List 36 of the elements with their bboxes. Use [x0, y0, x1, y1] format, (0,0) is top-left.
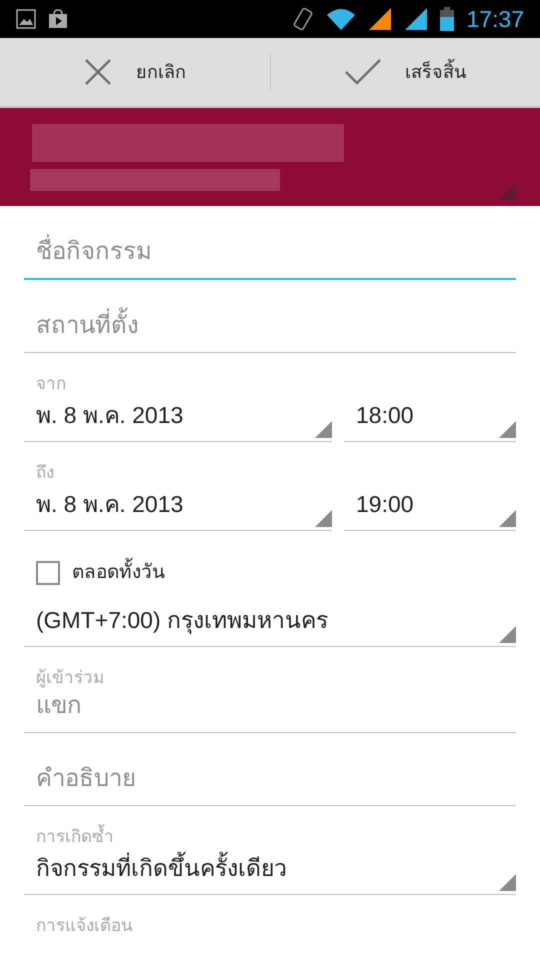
timezone-dropdown[interactable]: (GMT+7:00) กรุงเทพมหานคร — [24, 599, 516, 646]
cancel-button[interactable]: ยกเลิก — [0, 38, 270, 106]
description-field[interactable]: คำอธิบาย — [24, 752, 516, 806]
repeat-dropdown[interactable]: กิจกรรมที่เกิดขึ้นครั้งเดียว — [24, 847, 516, 894]
field-label: จาก — [35, 373, 67, 394]
signal-icon — [404, 7, 428, 31]
field-label: ถึง — [35, 462, 55, 483]
dropdown-corner-icon — [315, 510, 332, 526]
all-day-label: ตลอดทั้งวัน — [72, 558, 165, 587]
date-dropdown[interactable]: พ. 8 พ.ค. 2013 — [24, 394, 332, 442]
wifi-icon — [326, 7, 356, 31]
dropdown-corner-icon — [499, 510, 516, 526]
all-day-checkbox[interactable] — [36, 560, 60, 585]
location-field[interactable]: สถานที่ตั้ง — [24, 300, 516, 353]
image-icon — [16, 9, 36, 29]
guests-field[interactable]: แขก — [24, 688, 516, 733]
done-button[interactable]: เสร็จสิ้น — [270, 38, 540, 106]
time-dropdown[interactable]: 19:00 — [344, 483, 516, 530]
dropdown-corner-icon — [499, 874, 516, 890]
signal-icon — [368, 7, 392, 31]
time-dropdown[interactable]: 18:00 — [344, 394, 516, 442]
vibrate-icon — [292, 6, 314, 32]
dropdown-corner-icon — [499, 183, 516, 200]
dropdown-corner-icon — [499, 626, 516, 642]
dropdown-corner-icon — [499, 420, 516, 438]
dropdown-corner-icon — [315, 420, 332, 438]
battery-icon — [440, 7, 454, 31]
field-label: ผู้เข้าร่วม — [35, 666, 105, 688]
date-dropdown[interactable]: พ. 8 พ.ค. 2013 — [24, 483, 332, 530]
check-icon — [344, 58, 381, 86]
shopping-bag-icon — [48, 9, 68, 29]
field-label: การเกิดซ้ำ — [24, 826, 516, 847]
field-label: การแจ้งเตือน — [35, 914, 134, 936]
title-field[interactable]: ชื่อกิจกรรม — [24, 226, 516, 280]
close-icon — [84, 58, 112, 86]
status-time: 17:37 — [466, 4, 524, 34]
